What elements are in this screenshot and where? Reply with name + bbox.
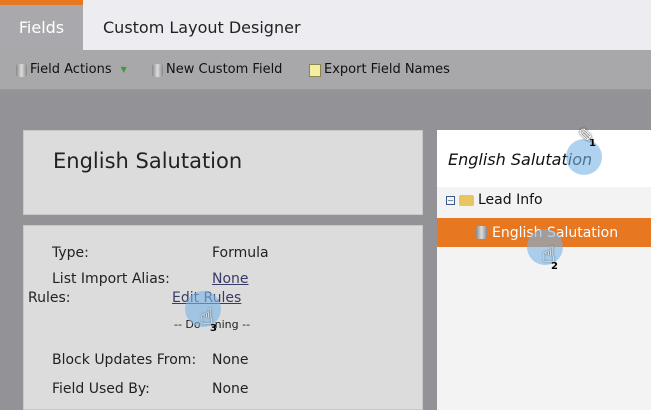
type-value: Formula	[212, 245, 269, 261]
callout-number: 2	[551, 261, 558, 272]
tree-header[interactable]: English Salutation	[437, 130, 651, 187]
collapse-icon[interactable]: −	[446, 195, 455, 205]
field-tree-panel: English Salutation − Lead Info English Sa…	[437, 130, 651, 410]
field-details-card: Type: Formula List Import Alias: None Ru…	[23, 225, 423, 410]
block-updates-label: Block Updates From:	[52, 352, 197, 368]
new-custom-field-button[interactable]: New Custom Field	[152, 50, 282, 90]
callout-number: 1	[589, 138, 596, 149]
callout-number: 3	[210, 323, 217, 334]
database-icon	[16, 63, 27, 77]
new-custom-field-label: New Custom Field	[166, 62, 283, 77]
block-updates-value: None	[212, 352, 249, 368]
tab-custom-layout-designer[interactable]: Custom Layout Designer	[103, 2, 301, 52]
field-used-by-value: None	[212, 381, 249, 397]
alias-label: List Import Alias:	[52, 271, 170, 287]
export-field-names-label: Export Field Names	[324, 62, 450, 77]
field-title-card: English Salutation	[23, 130, 423, 215]
folder-label: Lead Info	[478, 192, 543, 208]
field-title: English Salutation	[53, 149, 243, 173]
folder-icon	[459, 194, 474, 206]
dropdown-arrow-icon: ▼	[120, 65, 127, 74]
alias-link[interactable]: None	[212, 271, 249, 287]
rules-label: Rules:	[28, 290, 71, 306]
export-field-names-button[interactable]: Export Field Names	[309, 50, 450, 90]
type-label: Type:	[52, 245, 89, 261]
field-actions-label: Field Actions	[30, 62, 112, 77]
tree-folder-lead-info[interactable]: − Lead Info	[446, 192, 543, 208]
field-used-by-label: Field Used By:	[52, 381, 150, 397]
spreadsheet-icon	[309, 63, 321, 77]
database-icon	[476, 226, 487, 239]
field-actions-button[interactable]: Field Actions ▼	[16, 50, 127, 90]
tab-fields[interactable]: Fields	[0, 0, 83, 52]
database-icon	[152, 63, 163, 77]
tab-bar: Fields Custom Layout Designer	[0, 0, 651, 52]
toolbar: Field Actions ▼ New Custom Field Export F…	[0, 50, 651, 90]
